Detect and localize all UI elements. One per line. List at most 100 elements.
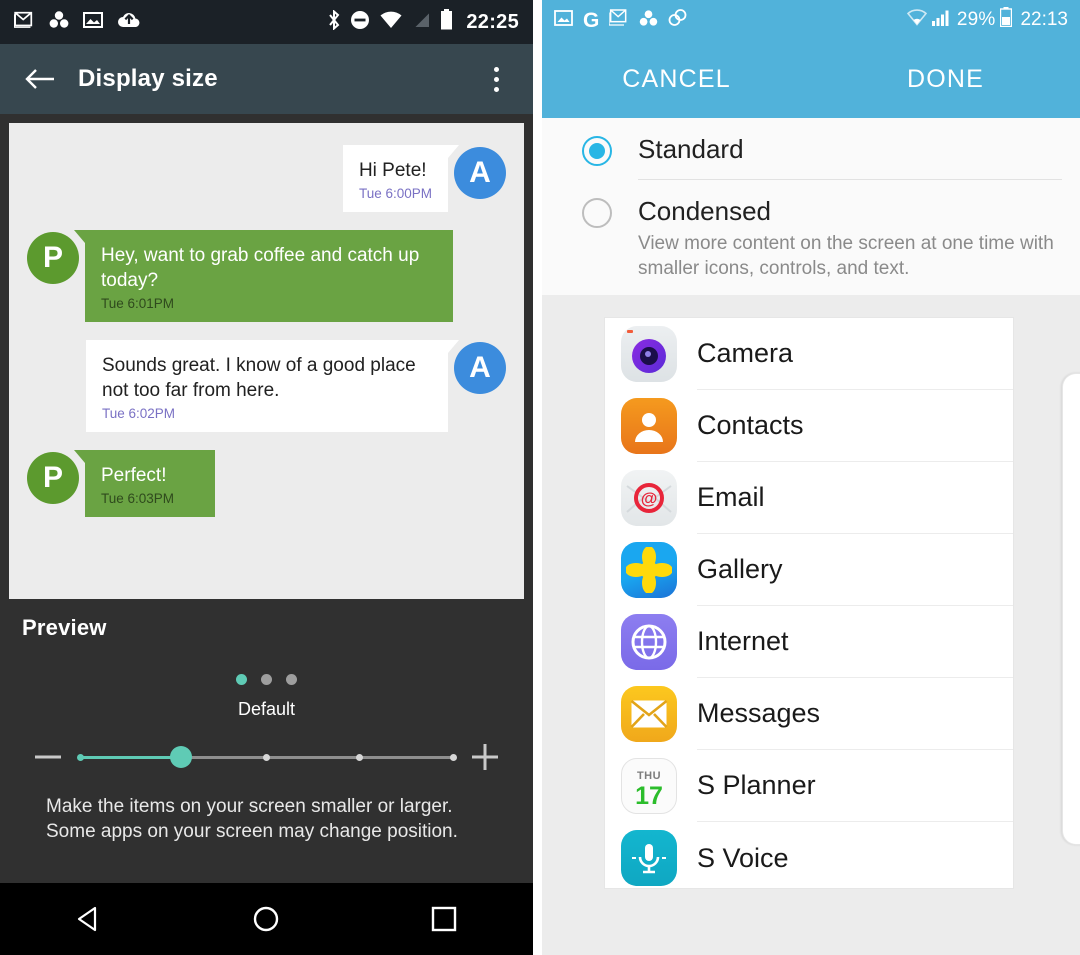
slider-thumb[interactable]	[169, 746, 192, 768]
list-item[interactable]: THU 17 S Planner	[605, 750, 1013, 822]
page-dot	[286, 674, 297, 685]
list-item[interactable]: Gallery	[605, 534, 1013, 606]
list-item[interactable]: Contacts	[605, 390, 1013, 462]
chat-bubble-outgoing: Sounds great. I know of a good place not…	[86, 340, 459, 432]
camera-icon	[621, 326, 677, 382]
slider-tick	[356, 753, 364, 761]
photos-icon	[639, 9, 658, 31]
avatar: A	[454, 342, 506, 394]
decrease-size-button[interactable]	[26, 755, 70, 759]
chat-bubble-text: Hi Pete!	[358, 160, 427, 181]
app-label: S Voice	[697, 842, 789, 873]
right-status-system-icons: 29% 22:13	[906, 7, 1068, 33]
app-label: Gallery	[697, 534, 1013, 606]
chat-message-row: P Perfect! Tue 6:03PM	[27, 450, 506, 517]
chat-bubble-time: Tue 6:03PM	[101, 491, 175, 506]
chat-bubble-incoming: Perfect! Tue 6:03PM	[74, 450, 215, 517]
radio-standard-wrap[interactable]	[582, 118, 638, 166]
left-content: Hi Pete! Tue 6:00PM A P Hey, want to gra…	[0, 114, 533, 955]
screen-mode-options: Standard Condensed View more content on …	[542, 118, 1080, 295]
signal-bars-icon	[931, 9, 952, 32]
android-navigation-bar	[0, 883, 533, 955]
nav-recents-icon[interactable]	[409, 894, 479, 944]
list-item[interactable]: @ Email	[605, 462, 1013, 534]
gmail-icon	[608, 9, 629, 31]
internet-icon	[621, 614, 677, 670]
option-standard[interactable]: Standard	[542, 118, 1080, 180]
nav-back-icon[interactable]	[54, 894, 124, 944]
left-status-notification-icons	[13, 11, 141, 33]
app-label: Internet	[697, 606, 1013, 678]
do-not-disturb-icon	[350, 10, 370, 35]
battery-icon	[440, 9, 453, 35]
chat-message-row: Sounds great. I know of a good place not…	[27, 340, 506, 432]
gmail-icon	[13, 11, 35, 33]
bluetooth-icon	[327, 8, 341, 35]
option-title: Standard	[638, 134, 744, 164]
list-item[interactable]: Internet	[605, 606, 1013, 678]
slider-tick	[76, 753, 84, 761]
list-item[interactable]: Messages	[605, 678, 1013, 750]
image-icon	[83, 11, 103, 33]
s-planner-date: 17	[635, 781, 663, 810]
avatar: P	[27, 232, 79, 284]
page-dot-active	[236, 674, 247, 685]
list-item[interactable]: Camera	[605, 318, 1013, 390]
wifi-icon	[379, 10, 403, 34]
app-list-preview-card: Camera Contacts @ Email Gallery Internet…	[604, 317, 1014, 889]
app-label: Camera	[697, 318, 1013, 390]
app-label: Messages	[697, 678, 1013, 750]
chat-preview-frame: Hi Pete! Tue 6:00PM A P Hey, want to gra…	[9, 123, 524, 599]
messages-icon	[621, 686, 677, 742]
preview-zone: Preview Default Make the items on your s…	[0, 599, 533, 844]
cancel-button[interactable]: CANCEL	[542, 65, 811, 94]
right-status-notification-icons: G	[554, 8, 687, 32]
option-standard-body: Standard	[638, 118, 1062, 180]
link-icon	[668, 8, 687, 32]
left-status-system-icons: 22:25	[327, 8, 519, 35]
display-size-slider[interactable]	[76, 742, 457, 772]
s-planner-icon: THU 17	[621, 758, 677, 814]
list-item[interactable]: S Voice	[605, 822, 1013, 888]
back-arrow-icon[interactable]	[20, 59, 60, 99]
app-label: Email	[697, 462, 1013, 534]
dual-screenshot-container: 22:25 Display size Hi Pete! Tue 6:00PM A	[0, 0, 1080, 955]
app-list-preview-card-next	[1062, 373, 1080, 845]
chat-bubble-text: Perfect!	[101, 465, 167, 486]
left-phone-screen: 22:25 Display size Hi Pete! Tue 6:00PM A	[0, 0, 533, 955]
right-phone-screen: G 29% 22:13 CANCEL DONE Standard Condens…	[542, 0, 1080, 955]
display-size-slider-row	[22, 742, 511, 772]
page-indicator-dots	[22, 674, 511, 685]
radio-unselected-icon[interactable]	[582, 198, 612, 228]
left-status-bar: 22:25	[0, 0, 533, 44]
done-button[interactable]: DONE	[811, 65, 1080, 94]
chat-bubble-incoming: Hey, want to grab coffee and catch up to…	[74, 230, 453, 322]
radio-selected-icon[interactable]	[582, 136, 612, 166]
slider-fill	[80, 755, 181, 759]
gallery-icon	[621, 542, 677, 598]
page-dot	[261, 674, 272, 685]
google-g-icon: G	[583, 8, 600, 32]
radio-condensed-wrap[interactable]	[582, 180, 638, 228]
increase-size-button[interactable]	[463, 744, 507, 770]
chat-message-row: P Hey, want to grab coffee and catch up …	[27, 230, 506, 322]
chat-bubble-text: Hey, want to grab coffee and catch up to…	[101, 245, 420, 291]
page-title: Display size	[78, 65, 218, 92]
option-title: Condensed	[638, 196, 771, 226]
option-condensed[interactable]: Condensed View more content on the scree…	[542, 180, 1080, 295]
avatar: P	[27, 452, 79, 504]
left-toolbar: Display size	[0, 44, 533, 114]
screen-mode-action-bar: CANCEL DONE	[542, 40, 1080, 118]
option-condensed-body: Condensed View more content on the scree…	[638, 180, 1062, 295]
nav-home-icon[interactable]	[231, 894, 301, 944]
preview-label: Preview	[22, 615, 107, 640]
chat-bubble-time: Tue 6:02PM	[102, 406, 176, 421]
chat-bubble-time: Tue 6:01PM	[101, 296, 175, 311]
image-icon	[554, 9, 573, 31]
s-voice-icon	[621, 830, 677, 886]
overflow-menu-icon[interactable]	[479, 59, 513, 99]
screen-mode-preview-area: Camera Contacts @ Email Gallery Internet…	[542, 295, 1080, 955]
battery-percent: 29%	[956, 9, 996, 30]
display-size-help-text: Make the items on your screen smaller or…	[46, 796, 458, 842]
chat-bubble-text: Sounds great. I know of a good place not…	[102, 355, 416, 401]
